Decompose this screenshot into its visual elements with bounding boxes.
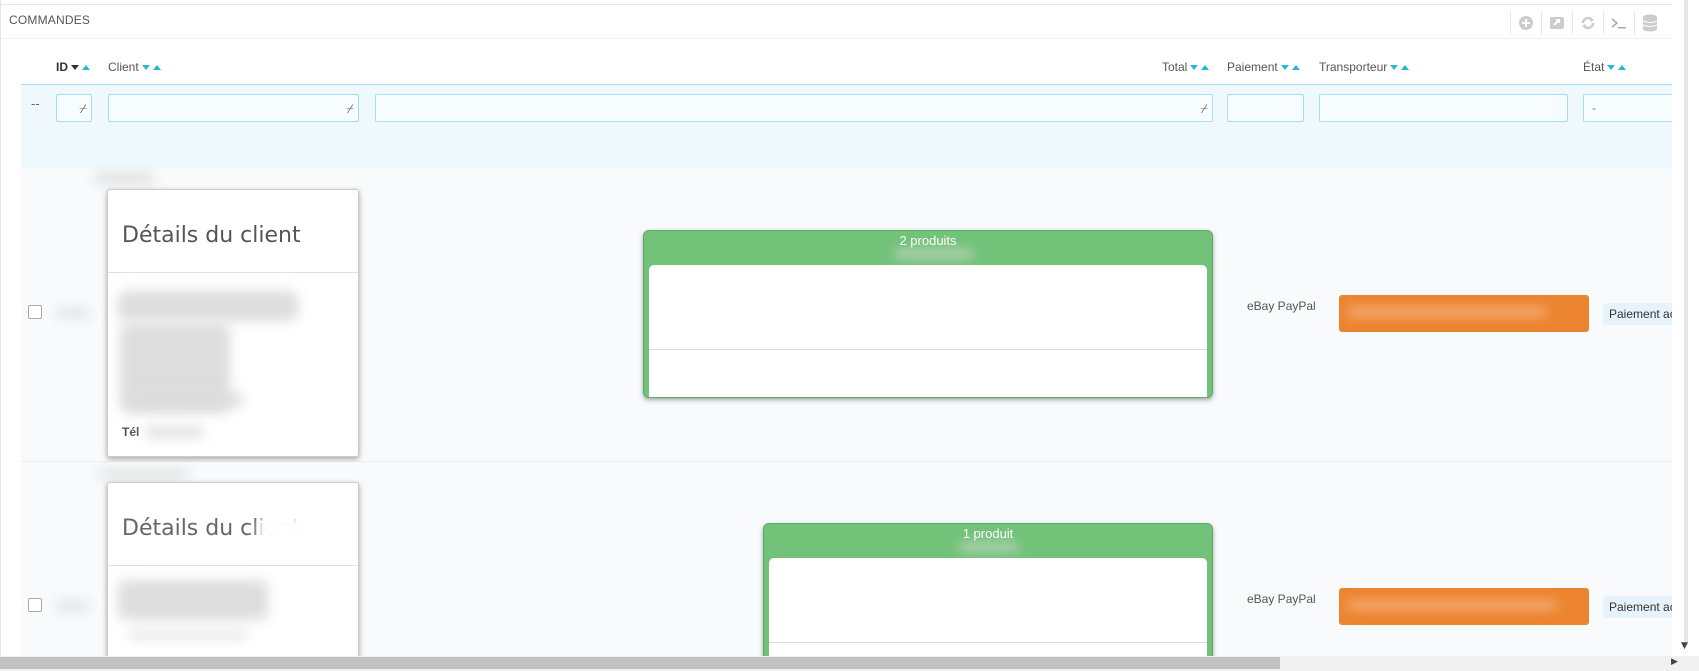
scroll-down-arrow-icon[interactable]: ▼ bbox=[1681, 641, 1688, 651]
sort-asc-icon[interactable] bbox=[1291, 65, 1300, 71]
sql-query-icon[interactable] bbox=[1603, 11, 1634, 35]
vertical-scrollbar[interactable] bbox=[1684, 0, 1688, 645]
column-total[interactable]: Total bbox=[1162, 60, 1210, 74]
redacted-id bbox=[56, 309, 90, 317]
customer-details-card: Détails du client bbox=[107, 482, 359, 656]
sort-asc-icon[interactable] bbox=[1618, 65, 1627, 71]
divider bbox=[649, 349, 1207, 350]
refresh-icon[interactable] bbox=[1572, 11, 1603, 35]
sort-asc-icon[interactable] bbox=[1201, 65, 1210, 71]
payment-method: eBay PayPal bbox=[1247, 592, 1316, 606]
sort-desc-icon[interactable] bbox=[1607, 65, 1616, 71]
state-filter-select[interactable]: - bbox=[1583, 94, 1673, 122]
carrier-filter-input[interactable] bbox=[1319, 94, 1568, 122]
products-count-label: 2 produits bbox=[899, 233, 957, 248]
status-badge: Paiement accepté bbox=[1603, 596, 1673, 618]
column-client-label: Client bbox=[108, 60, 139, 74]
redacted-text bbox=[1347, 309, 1547, 315]
sort-desc-icon[interactable] bbox=[1390, 65, 1399, 71]
redacted-text bbox=[144, 427, 204, 437]
table-row[interactable]: Détails du client Tél 2 produits eBay Pa… bbox=[21, 169, 1673, 462]
customer-phone-label: Tél bbox=[122, 425, 140, 439]
redacted-text bbox=[94, 173, 154, 183]
column-client[interactable]: Client bbox=[108, 60, 161, 74]
row-checkbox[interactable] bbox=[28, 305, 42, 319]
sort-desc-icon[interactable] bbox=[71, 65, 79, 71]
divider bbox=[769, 642, 1207, 643]
scroll-right-arrow-icon[interactable]: ▶ bbox=[1671, 657, 1678, 667]
products-list bbox=[649, 265, 1207, 397]
sort-asc-icon[interactable] bbox=[82, 65, 90, 71]
products-card[interactable]: 1 produit bbox=[763, 523, 1213, 656]
column-payment-label: Paiement bbox=[1227, 60, 1278, 74]
column-state-label: État bbox=[1583, 60, 1605, 74]
orders-panel: COMMANDES ID Client Total Paiement Trans… bbox=[0, 0, 1674, 657]
total-filter-input[interactable]: ⌿ bbox=[375, 94, 1213, 122]
products-card[interactable]: 2 produits bbox=[643, 230, 1213, 398]
panel-title: COMMANDES bbox=[9, 13, 91, 27]
redacted-text bbox=[959, 544, 1019, 550]
column-id[interactable]: ID bbox=[56, 60, 90, 74]
pin-icon: ⌿ bbox=[346, 101, 354, 116]
filter-row: -- ⌿ ⌿ ⌿ - bbox=[21, 84, 1673, 170]
redacted-text bbox=[128, 632, 248, 638]
redacted-text bbox=[258, 517, 358, 541]
panel-heading: COMMANDES bbox=[1, 4, 1673, 39]
column-state[interactable]: État bbox=[1583, 60, 1627, 74]
products-count-label: 1 produit bbox=[962, 526, 1014, 541]
add-icon[interactable] bbox=[1510, 11, 1541, 35]
payment-method: eBay PayPal bbox=[1247, 299, 1316, 313]
column-total-label: Total bbox=[1162, 60, 1188, 74]
database-icon[interactable] bbox=[1634, 11, 1665, 35]
sort-desc-icon[interactable] bbox=[1280, 65, 1289, 71]
column-id-label: ID bbox=[56, 60, 68, 74]
export-icon[interactable] bbox=[1541, 11, 1572, 35]
carrier-badge bbox=[1339, 588, 1589, 625]
client-filter-input[interactable]: ⌿ bbox=[108, 94, 359, 122]
column-carrier[interactable]: Transporteur bbox=[1319, 60, 1410, 74]
redacted-text bbox=[1347, 602, 1557, 608]
redacted-text bbox=[128, 393, 243, 407]
filter-dashes: -- bbox=[31, 97, 40, 111]
column-payment[interactable]: Paiement bbox=[1227, 60, 1300, 74]
products-list bbox=[769, 558, 1207, 656]
row-checkbox[interactable] bbox=[28, 598, 42, 612]
redacted-text bbox=[99, 470, 189, 478]
sort-desc-icon[interactable] bbox=[1190, 65, 1199, 71]
redacted-text bbox=[118, 291, 298, 321]
id-filter-input[interactable]: ⌿ bbox=[56, 94, 92, 122]
pin-icon: ⌿ bbox=[79, 101, 87, 116]
sort-desc-icon[interactable] bbox=[141, 65, 150, 71]
horizontal-scrollbar-thumb[interactable] bbox=[0, 657, 1280, 669]
sort-asc-icon[interactable] bbox=[1401, 65, 1410, 71]
customer-details-title: Détails du client bbox=[108, 190, 358, 273]
column-carrier-label: Transporteur bbox=[1319, 60, 1388, 74]
carrier-badge bbox=[1339, 295, 1589, 332]
table-header: ID Client Total Paiement Transporteur Ét… bbox=[21, 52, 1673, 82]
status-badge: Paiement accepté bbox=[1603, 303, 1673, 325]
sort-asc-icon[interactable] bbox=[152, 65, 161, 71]
redacted-text bbox=[118, 580, 268, 620]
panel-toolbar bbox=[1510, 11, 1665, 35]
pin-icon: ⌿ bbox=[1200, 101, 1208, 116]
payment-filter-input[interactable] bbox=[1227, 94, 1304, 122]
table-row[interactable]: Détails du client 1 produit eBay PayPal … bbox=[21, 462, 1673, 656]
redacted-text bbox=[894, 251, 974, 257]
customer-details-card: Détails du client Tél bbox=[107, 189, 359, 457]
redacted-id bbox=[56, 602, 90, 610]
